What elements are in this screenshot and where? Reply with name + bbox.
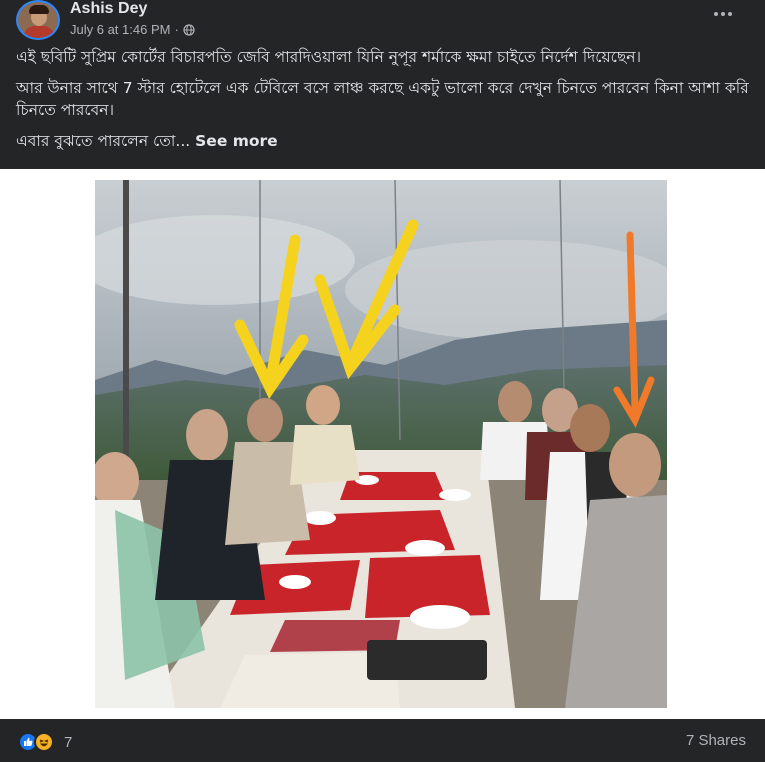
post-photo[interactable] (95, 180, 667, 708)
reaction-count: 7 (64, 733, 73, 751)
post-footer: 7 7 Shares (0, 719, 765, 762)
meta-separator: · (174, 22, 179, 37)
post-meta: July 6 at 1:46 PM · (70, 22, 195, 37)
author-avatar[interactable] (16, 0, 60, 40)
reactions-summary[interactable]: 7 (18, 732, 72, 752)
post-text-line: আর উনার সাথে 7 স্টার হোটেলে এক টেবিলে বস… (16, 79, 749, 119)
globe-icon (183, 23, 195, 36)
avatar-shirt (23, 26, 55, 38)
post-text-line: এই ছবিটি সুপ্রিম কোর্টের বিচারপতি জেবি প… (16, 48, 642, 66)
author-name[interactable]: Ashis Dey (70, 0, 147, 18)
post-text-line-last: এবার বুঝতে পারলেন তো... See more (16, 130, 751, 152)
post-timestamp[interactable]: July 6 at 1:46 PM (70, 22, 170, 37)
post-text: এই ছবিটি সুপ্রিম কোর্টের বিচারপতি জেবি প… (16, 46, 751, 161)
haha-icon (34, 732, 54, 752)
see-more-link[interactable]: See more (195, 132, 278, 150)
group-lunch-photo (95, 180, 667, 708)
more-horizontal-icon[interactable] (711, 4, 735, 24)
avatar-hair (29, 5, 49, 14)
post-text-line: এবার বুঝতে পারলেন তো... (16, 132, 191, 150)
photo-frame (0, 169, 765, 719)
facebook-post: Ashis Dey July 6 at 1:46 PM · এই ছবিটি স… (0, 0, 765, 762)
shares-count[interactable]: 7 Shares (686, 732, 746, 749)
